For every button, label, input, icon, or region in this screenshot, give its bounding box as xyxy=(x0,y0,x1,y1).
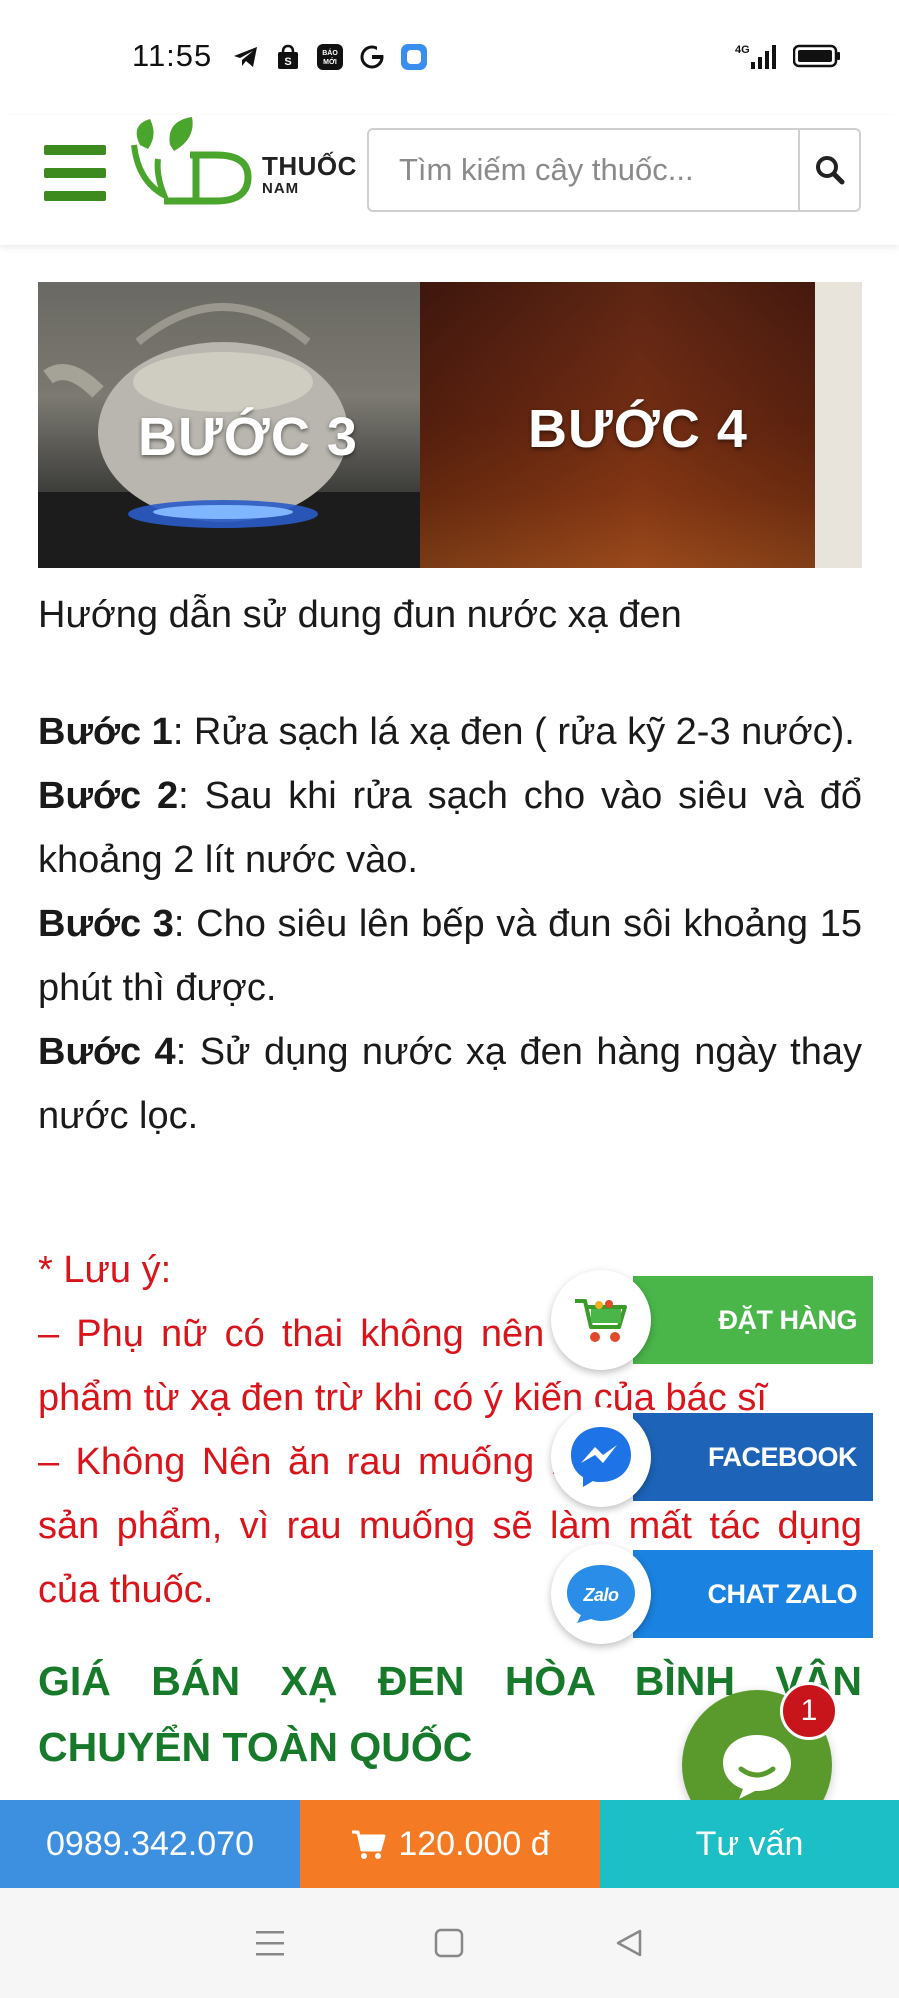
status-bar: 11:55 S BÁO MỚI 4G xyxy=(0,0,899,115)
price-button[interactable]: 120.000 đ xyxy=(300,1800,600,1888)
step-item: Bước 3: Cho siêu lên bếp và đun sôi khoả… xyxy=(38,892,862,1020)
step-label: Bước 2 xyxy=(38,775,179,817)
step4-label: BƯỚC 4 xyxy=(528,399,748,459)
status-app-icons: S BÁO MỚI xyxy=(232,43,428,71)
step-text: : Rửa sạch lá xạ đen ( rửa kỹ 2-3 nước). xyxy=(172,711,855,753)
chat-icon xyxy=(723,1735,791,1799)
tea-glass-photo: BƯỚC 4 xyxy=(420,282,862,568)
zalo-icon-text: Zalo xyxy=(582,1585,619,1605)
step-item: Bước 2: Sau khi rửa sạch cho vào siêu và… xyxy=(38,764,862,892)
step-label: Bước 3 xyxy=(38,903,174,945)
app-square-icon xyxy=(400,43,428,71)
shopee-icon: S xyxy=(274,43,302,71)
cart-icon xyxy=(352,1830,386,1859)
svg-text:4G: 4G xyxy=(735,44,750,56)
article-image: BƯỚC 3 BƯỚC 4 xyxy=(38,282,862,568)
order-button[interactable]: ĐẶT HÀNG xyxy=(551,1270,873,1370)
signal-icon: 4G xyxy=(735,42,779,75)
logo-text: THUỐC NAM xyxy=(262,153,357,196)
search-input[interactable] xyxy=(369,130,798,210)
back-icon[interactable] xyxy=(609,1923,649,1963)
phone-button[interactable]: 0989.342.070 xyxy=(0,1800,300,1888)
step-item: Bước 1: Rửa sạch lá xạ đen ( rửa kỹ 2-3 … xyxy=(38,700,862,764)
site-header: THUỐC NAM xyxy=(0,115,899,245)
image-caption: Hướng dẫn sử dung đun nước xạ đen xyxy=(38,594,682,636)
status-right: 4G xyxy=(735,42,841,75)
bottom-action-bar: 0989.342.070 120.000 đ Tư vấn xyxy=(0,1800,899,1888)
baomoi-icon: BÁO MỚI xyxy=(316,43,344,71)
kettle-photo: BƯỚC 3 xyxy=(38,282,420,568)
zalo-label: CHAT ZALO xyxy=(707,1578,858,1609)
consult-button[interactable]: Tư vấn xyxy=(600,1800,899,1888)
svg-text:BÁO: BÁO xyxy=(322,48,338,57)
steps-list: Bước 1: Rửa sạch lá xạ đen ( rửa kỹ 2-3 … xyxy=(38,700,862,1148)
logo-line2: NAM xyxy=(262,180,300,197)
search-icon xyxy=(815,156,844,185)
logo-line1: THUỐC xyxy=(262,151,357,181)
zalo-button[interactable]: Zalo CHAT ZALO xyxy=(551,1544,873,1644)
chat-badge: 1 xyxy=(780,1682,838,1740)
zalo-icon: Zalo xyxy=(551,1544,651,1644)
svg-text:S: S xyxy=(284,56,291,68)
battery-icon xyxy=(792,43,841,74)
google-icon xyxy=(358,43,386,71)
search-button[interactable] xyxy=(798,130,859,210)
step-item: Bước 4: Sử dụng nước xạ đen hàng ngày th… xyxy=(38,1020,862,1148)
telegram-icon xyxy=(232,43,260,71)
status-time: 11:55 xyxy=(132,38,213,73)
facebook-button[interactable]: FACEBOOK xyxy=(551,1407,873,1507)
search-box xyxy=(367,128,861,212)
price-label: 120.000 đ xyxy=(398,1824,550,1863)
messenger-icon xyxy=(551,1407,651,1507)
system-nav-bar xyxy=(0,1888,899,1998)
facebook-label: FACEBOOK xyxy=(707,1441,858,1472)
order-label: ĐẶT HÀNG xyxy=(718,1304,858,1335)
recent-apps-icon[interactable] xyxy=(250,1923,290,1963)
step-label: Bước 4 xyxy=(38,1031,176,1073)
home-icon[interactable] xyxy=(429,1923,469,1963)
step-label: Bước 1 xyxy=(38,711,173,753)
cart-icon xyxy=(551,1270,651,1370)
step3-label: BƯỚC 3 xyxy=(138,407,358,467)
svg-text:MỚI: MỚI xyxy=(323,57,337,66)
hamburger-icon[interactable] xyxy=(44,145,106,201)
